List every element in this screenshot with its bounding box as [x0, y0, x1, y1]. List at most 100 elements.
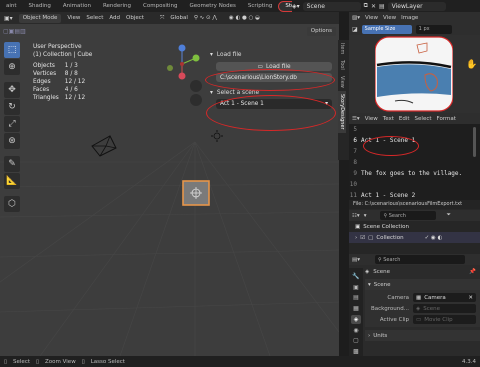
close-icon[interactable]: ✕: [371, 3, 376, 10]
properties-search[interactable]: ⚲ Search: [374, 255, 465, 264]
filter-icon[interactable]: ▾: [364, 213, 367, 219]
add-cube-tool-icon[interactable]: ⬡: [4, 196, 20, 212]
outliner-search[interactable]: ⚲ Search: [380, 211, 437, 220]
outliner-scene-collection[interactable]: ▣ Scene Collection: [349, 221, 480, 232]
3d-viewport[interactable]: ▣▾ Object Mode View Select Add Object ⤧ …: [0, 12, 339, 356]
collection-tab-icon[interactable]: ▢: [351, 337, 361, 346]
tab-tool[interactable]: Tool: [338, 57, 346, 73]
menu-view[interactable]: View: [67, 15, 80, 21]
neg-y-axis-icon[interactable]: [167, 65, 173, 71]
scale-tool-icon[interactable]: ⤢: [4, 116, 20, 132]
background-field[interactable]: ◈ Scene: [413, 304, 476, 313]
menu-edit[interactable]: Edit: [399, 116, 410, 122]
menu-view[interactable]: View: [365, 116, 378, 122]
viewlayer-selector[interactable]: ViewLayer: [387, 1, 446, 11]
status-zoom: Zoom View: [45, 358, 76, 365]
selection-mode-icons[interactable]: ▢▣▤▥: [3, 28, 26, 35]
pin-icon[interactable]: 📌: [469, 269, 476, 275]
zoom-icon[interactable]: [190, 80, 202, 92]
close-icon[interactable]: ✕: [468, 295, 473, 301]
image-editor-type-icon[interactable]: ▨▾: [352, 15, 360, 21]
scene-icon[interactable]: ◈▾: [292, 3, 300, 10]
outliner-type-icon[interactable]: ☷▾: [352, 213, 360, 219]
tab-storydesigner[interactable]: StoryDesigner: [338, 90, 346, 133]
units-section-header[interactable]: › Units: [365, 330, 480, 341]
layers-icon[interactable]: ▤: [379, 3, 385, 10]
transform-orientation[interactable]: Global: [170, 15, 188, 21]
workspace-tab[interactable]: Compositing: [137, 0, 183, 12]
transform-tool-icon[interactable]: ⊛: [4, 133, 20, 149]
text-scrollbar[interactable]: [469, 124, 480, 204]
copy-icon[interactable]: ⧉: [364, 2, 368, 10]
editor-type-icon[interactable]: ▣▾: [4, 15, 13, 22]
active-clip-field[interactable]: ▭ Movie Clip: [413, 315, 476, 324]
workspace-tab[interactable]: Rendering: [97, 0, 137, 12]
image-preview-area[interactable]: ✋: [349, 35, 480, 113]
workspace-tab[interactable]: aint: [0, 0, 23, 12]
text-editor-content[interactable]: 5 6 Act 1 - Scene 1 7 8 9 The fox goes to …: [349, 124, 469, 204]
outliner-collection[interactable]: › ☑ ▢ Collection ✓ ◉ ◐: [349, 232, 480, 243]
rotate-tool-icon[interactable]: ↻: [4, 99, 20, 115]
workspace-tab[interactable]: Scripting: [242, 0, 278, 12]
menu-image[interactable]: Image: [401, 15, 418, 21]
workspace-tab[interactable]: Animation: [57, 0, 97, 12]
visibility-icon[interactable]: ◉ ◐ ● ○ ◒: [229, 15, 260, 21]
navigation-gizmo[interactable]: [162, 42, 204, 114]
x-axis-icon[interactable]: [178, 72, 186, 80]
top-bar: aint Shading Animation Rendering Composi…: [0, 0, 480, 12]
menu-view-2[interactable]: View: [383, 15, 396, 21]
view-layer-tab-icon[interactable]: ▦: [351, 304, 361, 313]
neg-x-axis-icon[interactable]: [180, 62, 184, 66]
tab-item[interactable]: Item: [338, 40, 346, 57]
menu-add[interactable]: Add: [109, 15, 120, 21]
texture-tab-icon[interactable]: ▩: [351, 347, 361, 356]
menu-select[interactable]: Select: [86, 15, 103, 21]
output-tab-icon[interactable]: ▤: [351, 294, 361, 303]
menu-select[interactable]: Select: [415, 116, 432, 122]
mode-selector[interactable]: Object Mode: [18, 13, 62, 23]
workspace-tab-storydesigner[interactable]: StoryDesigner: [278, 1, 292, 12]
workspace-tab[interactable]: Geometry Nodes: [184, 0, 242, 12]
checkbox-icon[interactable]: ☑: [360, 235, 365, 241]
tool-tab-icon[interactable]: 🔧: [351, 272, 361, 281]
sample-icon[interactable]: ◪: [352, 26, 358, 33]
select-tool-icon[interactable]: ⬚: [4, 42, 20, 58]
menu-text[interactable]: Text: [383, 116, 394, 122]
scene-selector[interactable]: Scene: [302, 1, 361, 11]
sample-px-field[interactable]: 1 px: [415, 24, 452, 34]
menu-format[interactable]: Format: [437, 116, 456, 122]
properties-type-icon[interactable]: ▤▾: [352, 257, 360, 263]
cube-object[interactable]: [180, 178, 212, 208]
tab-view[interactable]: View: [338, 73, 346, 91]
world-tab-icon[interactable]: ◉: [351, 326, 361, 335]
funnel-icon[interactable]: ⏷: [446, 212, 450, 219]
pan-hand-icon[interactable]: [190, 94, 202, 106]
visibility-icons[interactable]: ✓ ◉ ◐: [425, 235, 443, 241]
pan-hand-icon[interactable]: ✋: [466, 60, 477, 70]
scrollbar-thumb[interactable]: [473, 127, 476, 157]
scene-tab-icon[interactable]: ◈: [351, 315, 361, 324]
cursor-tool-icon[interactable]: ⊕: [4, 59, 20, 75]
camera-field[interactable]: ▦ Camera ✕: [413, 293, 476, 302]
stat-value: 8 / 8: [64, 71, 78, 77]
transform-orientation-icon[interactable]: ⤧: [160, 15, 164, 22]
text-editor-type-icon[interactable]: ☰▾: [352, 116, 360, 122]
z-axis-icon[interactable]: [178, 44, 186, 52]
annotate-tool-icon[interactable]: ✎: [4, 156, 20, 172]
move-tool-icon[interactable]: ✥: [4, 82, 20, 98]
snap-icon[interactable]: ⚲ ∿ ⊙ ⋀: [194, 15, 217, 21]
menu-object[interactable]: Object: [126, 15, 144, 21]
camera-object-icon[interactable]: [88, 132, 122, 158]
workspace-tab[interactable]: Shading: [23, 0, 57, 12]
sample-size-field[interactable]: Sample Size: [361, 24, 412, 34]
load-file-header[interactable]: ▾ Load file: [210, 50, 338, 60]
measure-tool-icon[interactable]: 📐: [4, 173, 20, 189]
highlight-ring: [206, 95, 336, 131]
menu-view[interactable]: View: [365, 15, 378, 21]
render-tab-icon[interactable]: ▣: [351, 283, 361, 292]
scene-section-header[interactable]: ▾ Scene: [365, 279, 480, 290]
camera-row: Camera ▦ Camera ✕: [365, 292, 480, 303]
light-object-icon[interactable]: [210, 130, 224, 142]
y-axis-icon[interactable]: [192, 54, 200, 62]
options-button[interactable]: Options: [306, 26, 336, 36]
